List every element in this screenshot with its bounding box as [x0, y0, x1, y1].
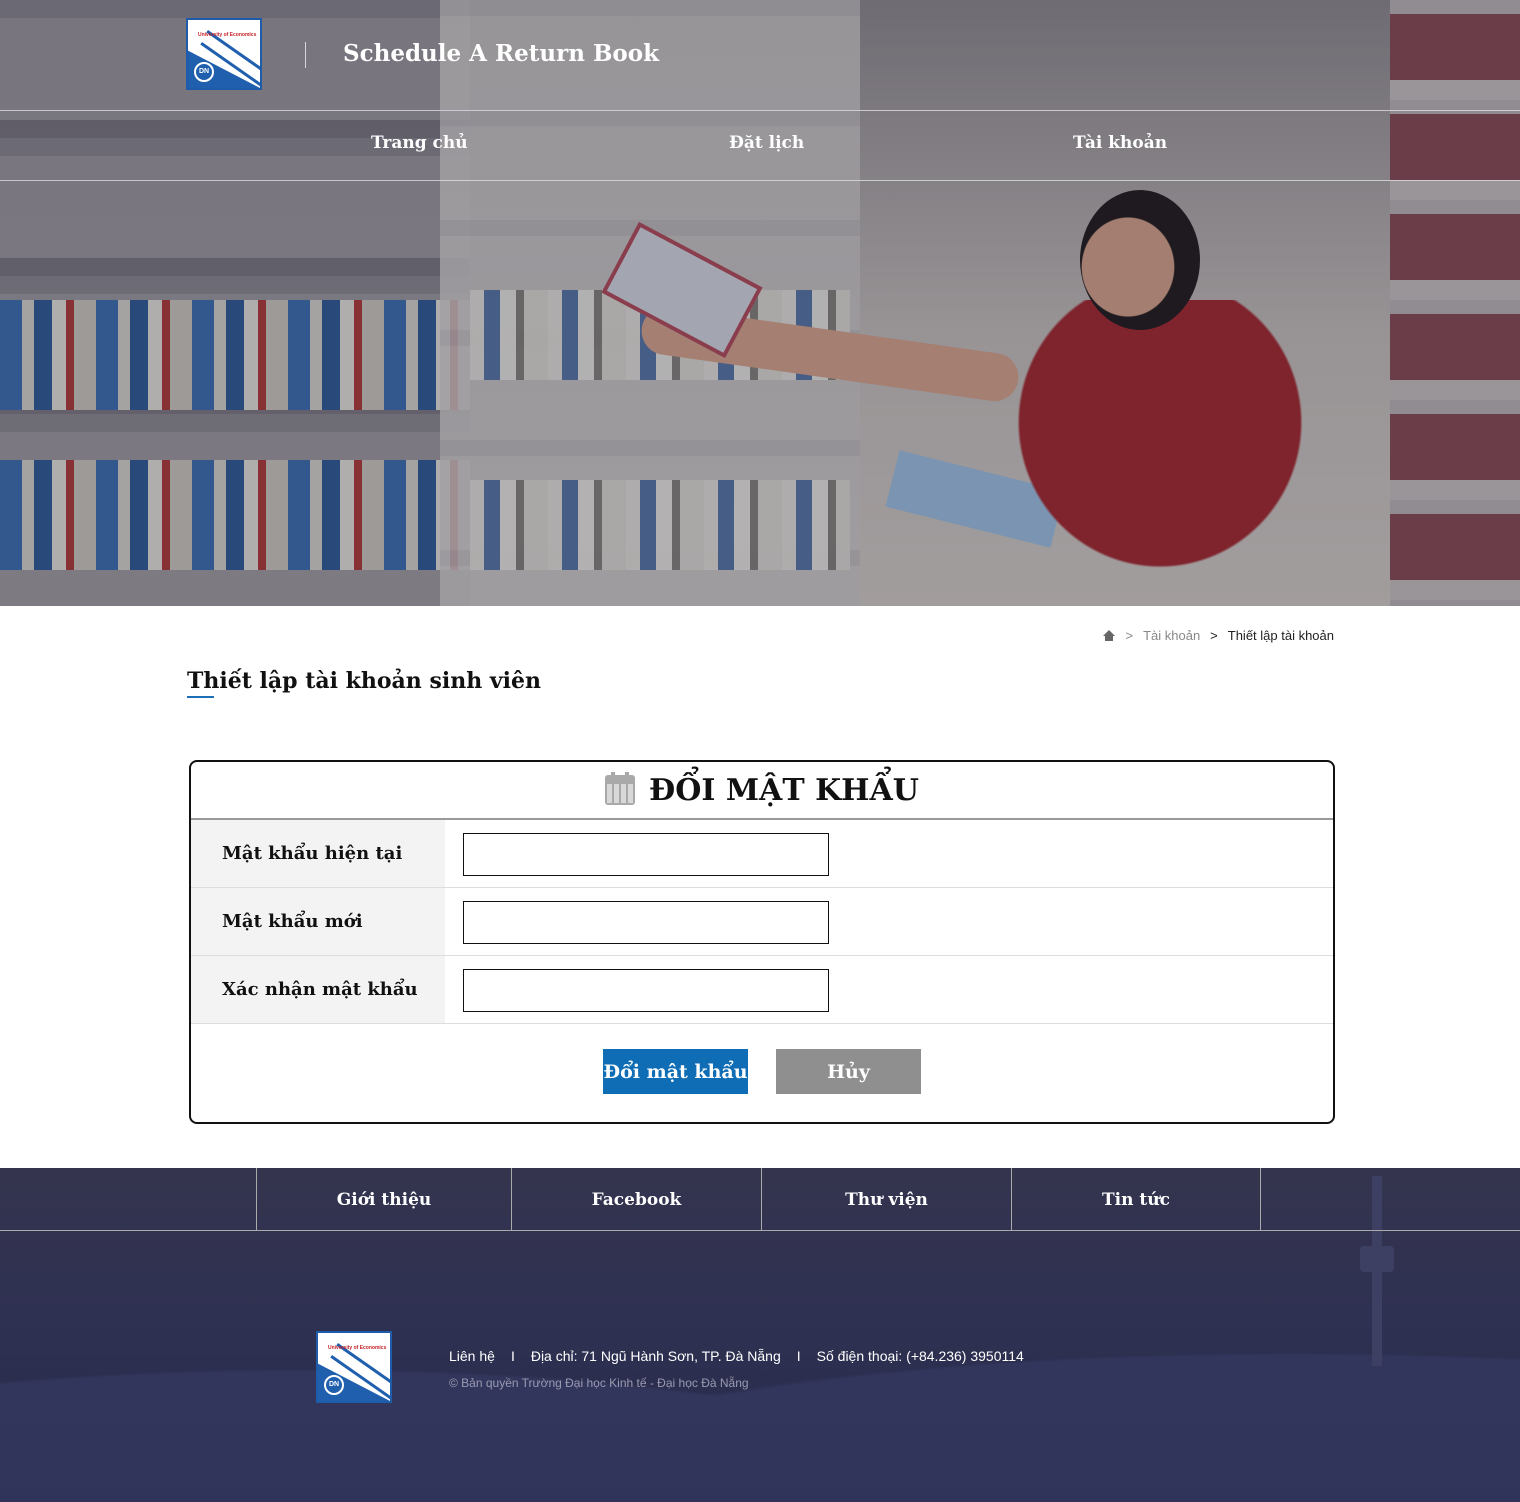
form-header: ĐỔI MẬT KHẨU: [191, 762, 1333, 820]
change-password-button[interactable]: Đổi mật khẩu: [603, 1049, 748, 1094]
footer-divider: I: [510, 1348, 515, 1364]
change-password-form: ĐỔI MẬT KHẨU Mật khẩu hiện tại Mật khẩu …: [189, 760, 1335, 1124]
current-password-input[interactable]: [463, 833, 829, 876]
footer-nav-facebook[interactable]: Facebook: [511, 1168, 761, 1231]
current-password-row: Mật khẩu hiện tại: [191, 820, 1333, 888]
confirm-password-label: Xác nhận mật khẩu: [191, 956, 445, 1023]
breadcrumb-separator: >: [1125, 628, 1134, 643]
breadcrumb-account[interactable]: Tài khoản: [1143, 628, 1200, 643]
nav-bottom-border: [0, 180, 1520, 181]
calendar-icon: [605, 772, 636, 805]
footer-logo[interactable]: University of Economics DN: [316, 1331, 392, 1403]
page-title: Thiết lập tài khoản sinh viên: [187, 668, 541, 694]
hero-banner: University of Economics DN Schedule A Re…: [0, 0, 1520, 606]
breadcrumb-separator: >: [1210, 628, 1218, 643]
nav-schedule[interactable]: Đặt lịch: [729, 133, 804, 153]
nav-home[interactable]: Trang chủ: [371, 133, 468, 153]
footer-phone: Số điện thoại: (+84.236) 3950114: [816, 1348, 1024, 1364]
footer-nav-library[interactable]: Thư viện: [761, 1168, 1011, 1231]
title-divider: [305, 42, 306, 68]
confirm-password-input[interactable]: [463, 969, 829, 1012]
new-password-label: Mật khẩu mới: [191, 888, 445, 955]
footer-divider: I: [796, 1348, 801, 1364]
new-password-input[interactable]: [463, 901, 829, 944]
breadcrumb: > Tài khoản > Thiết lập tài khoản: [1103, 628, 1334, 643]
cancel-button[interactable]: Hủy: [776, 1049, 921, 1094]
new-password-row: Mật khẩu mới: [191, 888, 1333, 956]
footer-contact-label[interactable]: Liên hệ: [449, 1348, 495, 1364]
footer-copyright: © Bản quyền Trường Đại học Kinh tế - Đại…: [449, 1376, 749, 1390]
footer-contact: Liên hệ I Địa chỉ: 71 Ngũ Hành Sơn, TP. …: [449, 1348, 1024, 1364]
current-password-label: Mật khẩu hiện tại: [191, 820, 445, 887]
footer-address: Địa chỉ: 71 Ngũ Hành Sơn, TP. Đà Nẵng: [530, 1348, 781, 1364]
title-underline: [187, 696, 214, 698]
footer-nav-news[interactable]: Tin tức: [1011, 1168, 1260, 1231]
nav-top-border: [0, 110, 1520, 111]
form-title: ĐỔI MẬT KHẨU: [649, 772, 919, 808]
form-actions: Đổi mật khẩu Hủy: [191, 1049, 1333, 1094]
home-icon[interactable]: [1103, 630, 1116, 641]
footer: Giới thiệu Facebook Thư viện Tin tức Uni…: [0, 1168, 1520, 1502]
breadcrumb-current: Thiết lập tài khoản: [1227, 628, 1334, 643]
footer-nav: Giới thiệu Facebook Thư viện Tin tức: [0, 1168, 1520, 1231]
site-title: Schedule A Return Book: [343, 40, 660, 67]
confirm-password-row: Xác nhận mật khẩu: [191, 956, 1333, 1024]
nav-account[interactable]: Tài khoản: [1073, 133, 1167, 153]
footer-nav-about[interactable]: Giới thiệu: [256, 1168, 511, 1231]
university-logo[interactable]: University of Economics DN: [186, 18, 262, 90]
